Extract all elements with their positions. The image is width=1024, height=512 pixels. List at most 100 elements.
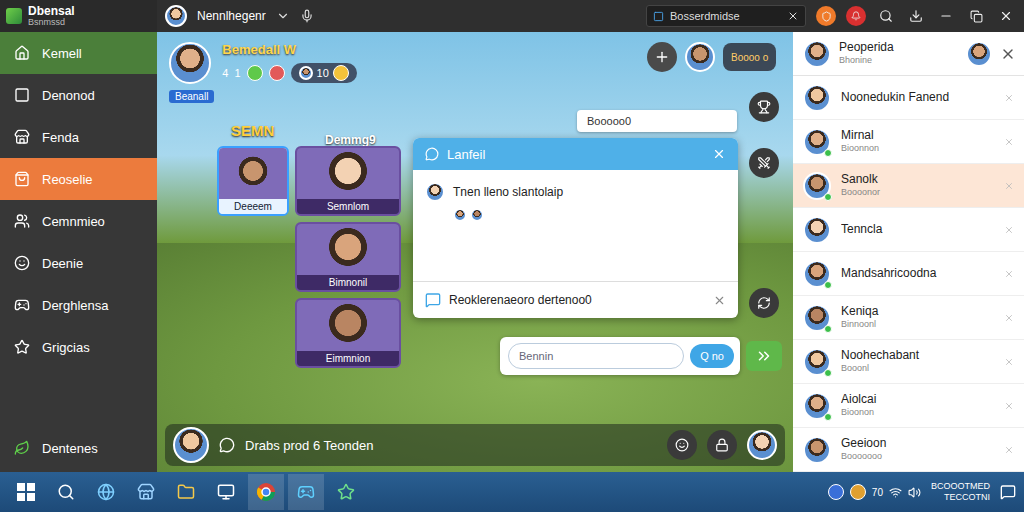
online-dot bbox=[824, 369, 832, 377]
bubble-icon bbox=[219, 437, 235, 453]
friend-row[interactable]: KeniqaBinnoonl bbox=[793, 296, 1024, 340]
remove-icon[interactable] bbox=[1004, 401, 1014, 411]
minimize-button[interactable] bbox=[936, 6, 956, 26]
wifi-icon[interactable] bbox=[889, 486, 902, 499]
shield-button[interactable] bbox=[816, 6, 836, 26]
player-card[interactable]: Eimmnion bbox=[295, 298, 401, 368]
chat-close-icon[interactable] bbox=[712, 147, 726, 161]
friend-row[interactable]: GeeioonBooooooo bbox=[793, 428, 1024, 472]
trophy-icon bbox=[757, 100, 771, 114]
friend-name: Sanolk bbox=[841, 173, 994, 187]
friend-row[interactable]: MirnalBioonnon bbox=[793, 120, 1024, 164]
friend-row[interactable]: Mandsahricoodna bbox=[793, 252, 1024, 296]
plus-icon bbox=[654, 49, 670, 65]
app-window: DbensalBsnmssdKemellDenonodFendaReoselie… bbox=[0, 0, 1024, 472]
remove-icon[interactable] bbox=[1004, 181, 1014, 191]
player-card[interactable]: Bimnonil bbox=[295, 222, 401, 292]
app-task[interactable] bbox=[328, 474, 364, 510]
maximize-button[interactable] bbox=[966, 6, 986, 26]
windows-icon bbox=[17, 483, 35, 501]
sidebar-item[interactable]: Cemnmieo bbox=[0, 200, 157, 242]
player-card[interactable]: Deeeem bbox=[217, 146, 289, 216]
friend-row-avatar bbox=[803, 436, 831, 464]
remove-icon[interactable] bbox=[1004, 93, 1014, 103]
close-icon[interactable] bbox=[787, 10, 799, 22]
start-button[interactable] bbox=[8, 474, 44, 510]
sidebar-item[interactable]: Deenie bbox=[0, 242, 157, 284]
notification-icon[interactable] bbox=[1000, 484, 1016, 500]
friends-subtitle: Bhonine bbox=[839, 55, 958, 65]
remove-icon[interactable] bbox=[1004, 225, 1014, 235]
friend-row[interactable]: Noonedukin Fanend bbox=[793, 76, 1024, 120]
sidebar-item[interactable]: Derghlensa bbox=[0, 284, 157, 326]
chat-input[interactable] bbox=[508, 343, 684, 369]
game-task[interactable] bbox=[288, 474, 324, 510]
mic-icon[interactable] bbox=[300, 9, 314, 23]
sidebar-item[interactable]: Denonod bbox=[0, 74, 157, 116]
folder-task[interactable] bbox=[168, 474, 204, 510]
user-name[interactable]: Nennlhegenr bbox=[197, 9, 266, 23]
friend-row[interactable]: Tenncla bbox=[793, 208, 1024, 252]
friend-status: Bioonon bbox=[841, 407, 994, 417]
top-right-controls: Boooo o bbox=[647, 42, 776, 72]
remove-icon[interactable] bbox=[1004, 357, 1014, 367]
user-avatar[interactable] bbox=[165, 5, 187, 27]
add-button[interactable] bbox=[647, 42, 677, 72]
emoji-button[interactable] bbox=[667, 430, 697, 460]
chrome-task[interactable] bbox=[248, 474, 284, 510]
card-photo bbox=[297, 224, 399, 275]
player-card[interactable]: Semnlom bbox=[295, 146, 401, 216]
trophy-button[interactable] bbox=[749, 92, 779, 122]
browser-task[interactable] bbox=[88, 474, 124, 510]
friends-close-icon[interactable] bbox=[1000, 46, 1016, 62]
reply-icon bbox=[425, 292, 441, 308]
player-stats: 4110 bbox=[222, 63, 357, 83]
friend-status: Binnoonl bbox=[841, 319, 994, 329]
download-button[interactable] bbox=[906, 6, 926, 26]
sidebar-item[interactable]: Kemell bbox=[0, 32, 157, 74]
close-button[interactable] bbox=[996, 6, 1016, 26]
battle-button[interactable] bbox=[749, 148, 779, 178]
friend-row-avatar bbox=[803, 84, 831, 112]
clock[interactable]: BCOOOTMEDTECCOTNI bbox=[927, 481, 994, 503]
friend-row[interactable]: NoohechabantBooonl bbox=[793, 340, 1024, 384]
star-icon bbox=[337, 483, 355, 501]
sidebar-item[interactable]: Fenda bbox=[0, 116, 157, 158]
footer-close-icon[interactable] bbox=[713, 294, 726, 307]
chrome-icon bbox=[256, 482, 276, 502]
friend-row[interactable]: SanolkBoooonor bbox=[793, 164, 1024, 208]
bottom-friend-avatar[interactable] bbox=[747, 430, 777, 460]
refresh-button[interactable] bbox=[749, 288, 779, 318]
sidebar-item[interactable]: Reoselie bbox=[0, 158, 157, 200]
chevron-down-icon[interactable] bbox=[276, 9, 290, 23]
search-task[interactable] bbox=[48, 474, 84, 510]
alert-button[interactable] bbox=[846, 6, 866, 26]
remove-icon[interactable] bbox=[1004, 137, 1014, 147]
chat-message-text: Tnen lleno slantolaip bbox=[453, 185, 563, 199]
sidebar-item[interactable]: Grigcias bbox=[0, 326, 157, 368]
remove-icon[interactable] bbox=[1004, 269, 1014, 279]
clock-date: TECCOTNI bbox=[944, 492, 990, 503]
friend-avatar[interactable] bbox=[685, 42, 715, 72]
sidebar-footer[interactable]: Dentenes bbox=[0, 424, 157, 472]
remove-icon[interactable] bbox=[1004, 313, 1014, 323]
volume-icon[interactable] bbox=[908, 486, 921, 499]
send-button[interactable]: Q no bbox=[690, 344, 734, 368]
top-search[interactable]: Bosserdmidse bbox=[646, 5, 806, 27]
card-photo bbox=[297, 148, 399, 199]
friends-title: Peoperida bbox=[839, 41, 958, 55]
remove-icon[interactable] bbox=[1004, 445, 1014, 455]
terminal-task[interactable] bbox=[208, 474, 244, 510]
search-button[interactable] bbox=[876, 6, 896, 26]
game-view[interactable]: BeanallBemedall W4110SEMNDemmg9DeeeemSem… bbox=[157, 32, 793, 472]
friend-row[interactable]: AiolcaiBioonon bbox=[793, 384, 1024, 428]
friend-status: Boooonor bbox=[841, 187, 994, 197]
go-button[interactable] bbox=[746, 341, 782, 371]
close-window-icon bbox=[999, 9, 1013, 23]
friends-own-avatar[interactable] bbox=[966, 41, 992, 67]
lock-button[interactable] bbox=[707, 430, 737, 460]
top-search-text: Bosserdmidse bbox=[670, 10, 740, 22]
bottom-avatar[interactable] bbox=[173, 427, 209, 463]
store-task[interactable] bbox=[128, 474, 164, 510]
player-avatar[interactable] bbox=[169, 42, 211, 84]
